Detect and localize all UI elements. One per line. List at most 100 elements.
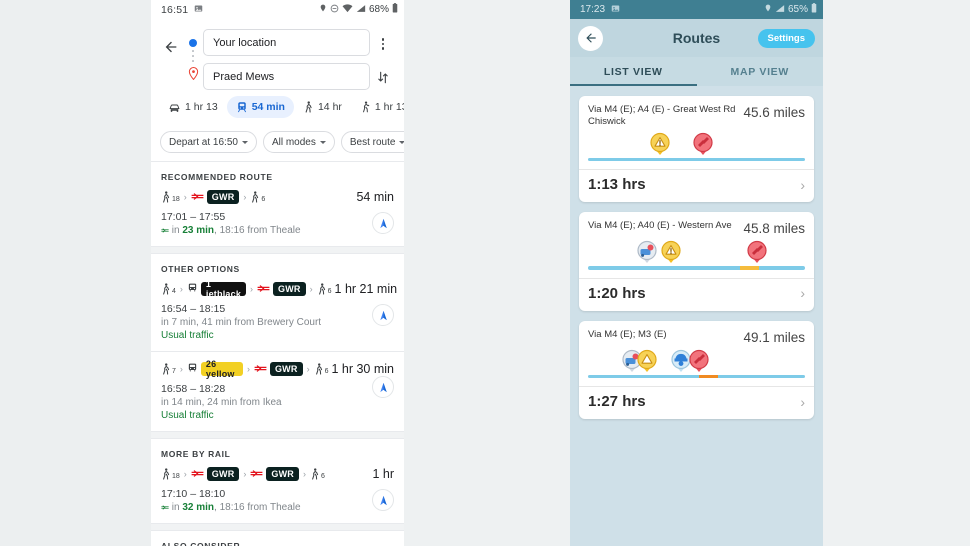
section-header-more-by-rail: MORE BY RAIL [161,449,231,459]
endpoint-fields: Your location Praed Mews [203,25,370,90]
route-duration: 1 hr 30 min [331,362,394,376]
next-departure-prefix: in [171,502,183,513]
back-button[interactable] [159,35,183,59]
route-card[interactable]: Via M4 (E); A40 (E) - Western Ave 45.8 m… [579,212,814,311]
roadworks-icon [688,349,710,373]
leg-separator-icon: › [306,364,310,374]
route-duration: 1:20 hrs [588,284,646,302]
middle-gutter [404,0,570,546]
screenshot-icon [194,4,203,16]
section-header-recommended: RECOMMENDED ROUTE [161,172,273,182]
right-gutter [823,0,970,546]
transit-line-badge: GWR [206,467,240,481]
status-icons: 65% [764,3,817,16]
walk-minutes: 6 [321,472,325,480]
route-dots-connector [192,47,194,65]
route-card[interactable]: Via M4 (E); A4 (E) - Great West Rd Chisw… [579,96,814,203]
route-results-list: RECOMMENDED ROUTE 18 › GWR › 6 54 min 17… [151,162,404,546]
route-legs: 18 › GWR › 6 54 min [161,188,394,206]
rail-icon [254,360,267,378]
walk-icon: 18 [161,190,180,204]
tab-list-view[interactable]: LIST VIEW [570,57,697,86]
origin-input[interactable]: Your location [203,29,370,56]
status-icons: 68% [319,3,398,16]
transit-line-badge: 1 jetblack [200,279,247,299]
navigation-arrow-icon[interactable] [372,489,394,511]
routes-panel: 17:23 65% Routes Settings LIST VIEW MAP … [570,0,823,546]
tab-map-view[interactable]: MAP VIEW [697,57,824,86]
route-legs: 18 › GWR › GWR › 6 1 hr [161,465,394,483]
more-options-icon[interactable] [372,33,394,55]
routes-header: Routes Settings [570,19,823,57]
route-via-description: Via M4 (E); A4 (E) - Great West Rd Chisw… [588,104,736,127]
bus-icon [187,360,198,378]
route-incident-markers [588,132,805,158]
leg-separator-icon: › [183,192,187,202]
chevron-right-icon[interactable]: › [800,395,805,409]
walk-icon: 6 [314,362,328,376]
chevron-right-icon[interactable]: › [800,286,805,300]
section-divider [151,431,404,439]
back-button[interactable] [578,25,603,51]
mode-tab-rideshare[interactable]: 1 hr 13 [351,96,404,118]
route-option-rail-only[interactable]: 18 › GWR › GWR › 6 1 hr 17:10 – 18:10 in… [151,465,404,523]
route-traffic-bar [588,157,805,162]
mode-tab-driving[interactable]: 1 hr 13 [159,96,227,118]
left-gutter [0,0,151,546]
travel-mode-tabs: 1 hr 13 54 min 14 hr 1 hr 13 4 l [151,92,404,124]
route-distance: 49.1 miles [743,329,805,345]
walk-icon: 18 [161,467,180,481]
screenshot-root: 16:51 68% Your location Praed Mews 1 hr … [0,0,970,546]
route-distance: 45.8 miles [743,221,805,237]
chevron-right-icon[interactable]: › [800,178,805,192]
route-times: 16:58 – 18:28 [161,383,226,395]
origin-dot-icon [189,39,197,47]
navigation-arrow-icon[interactable] [372,376,394,398]
leg-separator-icon: › [179,364,183,374]
search-actions [370,25,396,88]
battery-percent: 65% [787,4,808,15]
mode-tab-transit[interactable]: 54 min [226,96,294,118]
leg-separator-icon: › [183,469,187,479]
walk-minutes: 18 [172,195,180,203]
walk-minutes: 6 [327,287,332,295]
route-duration: 1:13 hrs [588,176,646,194]
leg-separator-icon: › [309,284,313,294]
walk-minutes: 6 [261,195,266,203]
traffic-segment [739,266,760,270]
destination-pin-icon [188,67,199,85]
chevron-down-icon [399,140,404,144]
warning-triangle-icon [649,132,671,156]
filter-modes[interactable]: All modes [262,131,335,153]
mode-tab-walking[interactable]: 14 hr [294,96,351,118]
roadworks-icon [692,132,714,156]
chevron-down-icon [241,140,248,144]
route-times: 17:10 – 18:10 [161,488,226,500]
settings-button[interactable]: Settings [757,28,815,48]
mode-tab-rideshare-label: 1 hr 13 [374,101,404,113]
route-card-header: Via M4 (E); A40 (E) - Western Ave 45.8 m… [579,212,814,236]
filter-depart-time[interactable]: Depart at 16:50 [160,131,257,153]
route-option-recommended[interactable]: 18 › GWR › 6 54 min 17:01 – 17:55 in 23 … [151,188,404,246]
leg-separator-icon: › [243,192,247,202]
route-via-description: Via M4 (E); A40 (E) - Western Ave [588,220,732,232]
route-traffic-status: Usual traffic [161,330,214,341]
swap-endpoints-icon[interactable] [372,66,394,88]
section-header-other-options: OTHER OPTIONS [161,264,240,274]
route-distance: 45.6 miles [743,105,805,120]
filter-best-route[interactable]: Best route [340,131,404,153]
destination-input[interactable]: Praed Mews [203,63,370,90]
next-departure-bold: 23 min [182,225,215,236]
navigation-arrow-icon[interactable] [372,212,394,234]
route-card[interactable]: Via M4 (E); M3 (E) 49.1 miles 1:27 hrs › [579,320,814,420]
route-option-jetblack[interactable]: 4 › 1 jetblack › GWR › 6 1 hr 21 min 16:… [151,279,404,351]
route-option-26-yellow[interactable]: 7 › 26 yellow › GWR › 6 1 hr 30 min 16:5… [151,352,404,431]
status-time: 17:23 [580,4,606,15]
route-via-description: Via M4 (E); M3 (E) [588,328,667,340]
navigation-arrow-icon[interactable] [372,304,394,326]
route-incident-markers [588,240,805,266]
walk-icon: 6 [250,190,266,204]
leg-separator-icon: › [250,284,254,294]
route-card-header: Via M4 (E); A4 (E) - Great West Rd Chisw… [579,96,814,128]
route-traffic-bar [588,266,805,270]
